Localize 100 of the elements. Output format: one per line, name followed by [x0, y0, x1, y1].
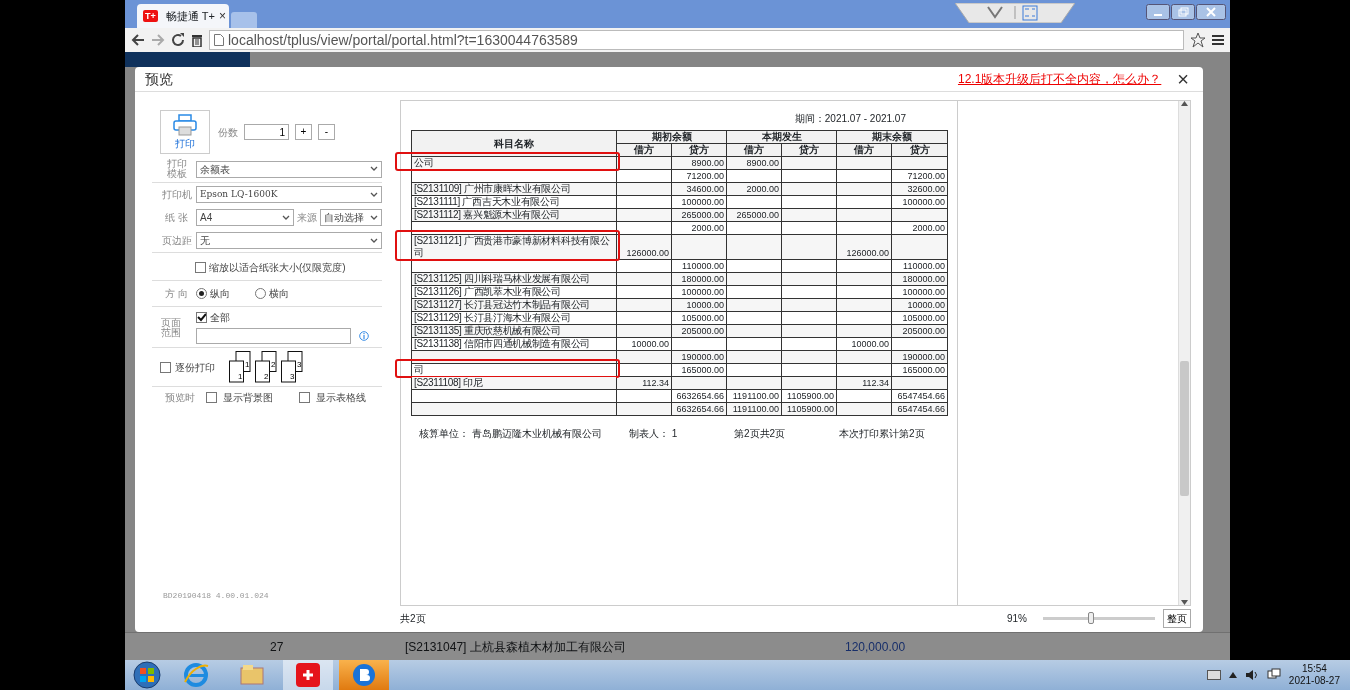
- period-text: 期间：2021.07 - 2021.07: [793, 112, 907, 126]
- source-select[interactable]: 自动选择: [320, 209, 382, 226]
- table-cell: 100000.00: [902, 287, 945, 297]
- address-field[interactable]: localhost/tplus/view/portal/portal.html?t=1630044763589: [209, 30, 1184, 50]
- field-label: 来源: [297, 211, 317, 225]
- dialog-title: 预览: [145, 69, 173, 89]
- table-cell: 100000.00: [681, 287, 724, 297]
- reload-icon[interactable]: [171, 33, 185, 47]
- close-button[interactable]: ×: [1173, 70, 1193, 88]
- table-cell: 105000.00: [902, 313, 945, 323]
- app-icon[interactable]: [283, 660, 333, 690]
- slider-thumb[interactable]: [1088, 611, 1095, 624]
- caret-icon: [370, 237, 378, 244]
- star-icon[interactable]: [1190, 32, 1206, 48]
- field-label: 页面范围: [160, 318, 182, 338]
- table-cell: 71200.00: [907, 171, 945, 181]
- printer-select[interactable]: Epson LQ-1600K: [196, 186, 382, 203]
- field-label: 预览时: [164, 392, 196, 403]
- table-cell: 6632654.66: [676, 404, 724, 414]
- margin-select[interactable]: 无: [196, 232, 382, 249]
- paper-select[interactable]: A4: [196, 209, 294, 226]
- app-logo: T+: [143, 10, 158, 22]
- table-cell: 6547454.66: [897, 391, 945, 401]
- table-cell: 8900.00: [746, 158, 779, 168]
- tray-arrow-icon[interactable]: [1228, 672, 1237, 678]
- table-cell: 100000.00: [902, 197, 945, 207]
- table-cell: 司: [414, 364, 424, 375]
- close-icon[interactable]: [1196, 4, 1226, 20]
- table-cell: 10000.00: [631, 339, 669, 349]
- option-label: 全部: [210, 311, 230, 325]
- table-cell: 1105900.00: [787, 391, 834, 401]
- network-icon[interactable]: [1266, 668, 1281, 682]
- table-cell: 公司: [414, 157, 434, 168]
- table-cell: 2000.00: [912, 223, 945, 233]
- table-cell: [S2131125] 四川科瑞马林业发展有限公司: [414, 273, 590, 284]
- checkbox[interactable]: [206, 392, 217, 403]
- table-cell: 265000.00: [681, 210, 724, 220]
- back-icon[interactable]: [131, 33, 145, 47]
- table-cell: [S2131111] 广西吉天木业有限公司: [414, 196, 560, 207]
- trash-icon[interactable]: [191, 33, 203, 47]
- scroll-down-icon[interactable]: [1181, 600, 1188, 605]
- copies-field[interactable]: 1: [244, 124, 289, 140]
- scroll-up-icon[interactable]: [1181, 101, 1188, 106]
- printer-icon: [172, 113, 198, 136]
- plus-button[interactable]: +: [295, 124, 312, 140]
- zoom-percent: 91%: [1007, 611, 1027, 626]
- caret-icon: [370, 214, 378, 221]
- print-button[interactable]: 打印: [160, 110, 210, 154]
- minimize-icon[interactable]: [1146, 4, 1170, 20]
- scrollbar[interactable]: [1178, 101, 1190, 605]
- restore-icon[interactable]: [1171, 4, 1195, 20]
- keyboard-icon: [1206, 670, 1221, 680]
- checkbox[interactable]: [195, 262, 206, 273]
- table-cell: [S2131109] 广州市康晖木业有限公司: [414, 183, 571, 194]
- table-cell: 2000.00: [746, 184, 779, 194]
- table-cell: 205000.00: [681, 326, 724, 336]
- table-cell: 100000.00: [681, 197, 724, 207]
- table-cell: 126000.00: [626, 248, 669, 258]
- minus-button[interactable]: -: [318, 124, 335, 140]
- page-range-field[interactable]: [196, 328, 351, 344]
- version-text: BD20190418 4.00.01.024: [162, 590, 270, 602]
- table-cell: 190000.00: [902, 352, 945, 362]
- table-cell: 1191100.00: [732, 404, 779, 414]
- column-header: 本期发生: [726, 130, 837, 144]
- table-cell: 10000.00: [686, 300, 724, 310]
- table-cell-text: [S2131047] 上杭县森植木材加工有限公司: [405, 638, 627, 656]
- help-link[interactable]: 12.1版本升级后打不全内容，怎么办？: [957, 70, 1162, 88]
- tab-close-button[interactable]: ×: [218, 7, 226, 25]
- footer-text: 制表人： 1: [629, 427, 679, 441]
- checkbox[interactable]: [196, 312, 207, 323]
- table-cell: 32600.00: [907, 184, 945, 194]
- app-icon[interactable]: [339, 660, 389, 690]
- table-cell: 110000.00: [682, 261, 724, 271]
- table-cell-text: 27: [270, 638, 285, 656]
- scroll-thumb[interactable]: [1180, 361, 1189, 496]
- table-cell: 180000.00: [902, 274, 945, 284]
- table-cell: 1191100.00: [732, 391, 779, 401]
- volume-icon[interactable]: [1244, 669, 1259, 681]
- page-count: 共2页: [400, 611, 426, 626]
- menu-icon[interactable]: [1212, 34, 1224, 46]
- field-label: 方 向: [164, 288, 189, 299]
- table-cell: [S2131126] 广西凯萃木业有限公司: [414, 286, 561, 297]
- field-label: 页边距: [160, 235, 193, 246]
- option-label: 逐份打印: [175, 360, 215, 375]
- table-cell: 190000.00: [681, 352, 724, 362]
- table-cell: 6547454.66: [897, 404, 945, 414]
- template-select[interactable]: 余额表: [196, 160, 382, 178]
- browser-tab[interactable]: T+ 畅捷通 T+ ×: [137, 4, 229, 28]
- checkbox[interactable]: [160, 361, 171, 373]
- table-cell: 110000.00: [903, 261, 945, 271]
- table-cell: 6632654.66: [676, 391, 724, 401]
- field-label: 打印模板: [166, 159, 188, 179]
- fit-page-button[interactable]: 整页: [1163, 608, 1191, 628]
- footer-text: 第2页共2页: [734, 427, 787, 441]
- field-label: 纸 张: [164, 212, 189, 223]
- radio-button[interactable]: [255, 288, 266, 299]
- table-cell: 112.34: [862, 378, 889, 388]
- radio-button[interactable]: [196, 288, 207, 299]
- column-header: 期末余额: [836, 130, 948, 144]
- checkbox[interactable]: [299, 392, 310, 403]
